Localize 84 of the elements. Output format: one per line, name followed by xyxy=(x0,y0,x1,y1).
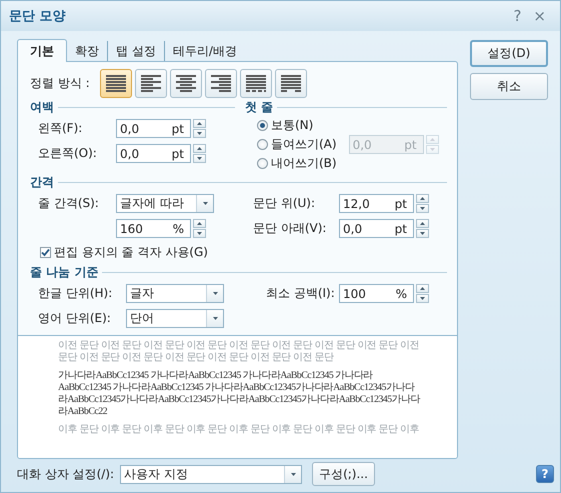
field-label: 오른쪽(O): xyxy=(37,145,98,162)
number-field[interactable]: 12,0 pt xyxy=(339,194,414,213)
field-label: 정렬 방식 : xyxy=(30,74,91,92)
field-label: 문단 아래(V): xyxy=(252,220,328,237)
down-triangle-icon xyxy=(420,297,425,300)
up-triangle-icon xyxy=(430,138,435,141)
preview-text-line: 이후 문단 이후 문단 이후 문단 이후 문단 이후 문단 이후 문단 이후 문단 이후 문단 이후 xyxy=(58,424,419,436)
left-align-icon xyxy=(141,74,161,92)
preview-text-line: 가나다라AaBbCc12345 가나다라AaBbCc12345 가나다라AaBbCc12345 가나다라 xyxy=(58,370,373,382)
field-label: 문단 위(U): xyxy=(252,195,316,212)
down-triangle-icon xyxy=(202,202,208,205)
dropdown-field[interactable]: 글자에 따라 xyxy=(116,194,214,213)
dialog-button[interactable]: 설정(D) xyxy=(470,40,548,67)
spin-up-button[interactable] xyxy=(416,284,429,293)
down-triangle-icon xyxy=(290,472,296,476)
spin-down-button[interactable] xyxy=(193,229,206,238)
alignment-button[interactable] xyxy=(100,68,132,98)
spin-up-button[interactable] xyxy=(193,144,206,153)
down-triangle-icon xyxy=(420,232,425,235)
alignment-button[interactable] xyxy=(205,68,237,98)
dialog-button[interactable]: 취소 xyxy=(470,73,548,100)
tab[interactable]: 확장 xyxy=(67,41,107,61)
down-triangle-icon xyxy=(197,232,202,235)
field-label: 왼쪽(F): xyxy=(37,120,84,137)
field-label: 한글 단위(H): xyxy=(37,285,114,302)
field-label: 줄 간격(S): xyxy=(37,195,100,212)
preview-text-line: 라AaBbCc22 xyxy=(58,406,108,418)
radio-option[interactable]: 내어쓰기(B) xyxy=(245,154,337,173)
preview-text-line: 이전 문단 이전 문단 이전 문단 이전 문단 이전 문단 이전 문단 이전 문단 이전 문단 이전 xyxy=(58,340,419,352)
down-triangle-icon xyxy=(420,207,425,210)
section-heading: 여백 xyxy=(30,98,54,116)
down-triangle-icon xyxy=(430,148,435,151)
field-label: 최소 공백(I): xyxy=(265,285,336,302)
spin-up-button[interactable] xyxy=(193,219,206,228)
field-label: 대화 상자 설정(/): xyxy=(17,466,114,482)
alignment-button[interactable] xyxy=(170,68,202,98)
spin-down-button[interactable] xyxy=(416,294,429,303)
preview-text-line: AaBbCc12345 가나다라AaBbCc12345 가나다라AaBbCc12345가나다라AaBbCc12345가나다 xyxy=(58,382,414,394)
help-button[interactable]: ? xyxy=(536,465,554,483)
spin-up-button[interactable] xyxy=(416,219,429,228)
right-align-icon xyxy=(211,74,231,92)
up-triangle-icon xyxy=(420,222,425,225)
up-triangle-icon xyxy=(197,147,202,150)
spin-down-button[interactable] xyxy=(416,204,429,213)
alignment-button[interactable] xyxy=(275,68,307,98)
up-triangle-icon xyxy=(197,222,202,225)
down-triangle-icon xyxy=(197,132,202,135)
section-heading: 간격 xyxy=(30,174,54,190)
radio-option[interactable]: 보통(N) xyxy=(245,116,314,135)
preview-text-line: 문단 이전 문단 이전 문단 이전 문단 이전 문단 이전 문단 이전 문단 xyxy=(58,352,334,364)
up-triangle-icon xyxy=(197,122,202,125)
section-heading: 줄 나눔 기준 xyxy=(30,264,98,280)
dropdown-field[interactable]: 단어 xyxy=(126,309,224,328)
radio-option[interactable]: 들여쓰기(A) xyxy=(245,135,337,154)
number-field[interactable]: 0,0 pt xyxy=(116,119,191,138)
alignment-button[interactable] xyxy=(240,68,272,98)
spin-down-button[interactable] xyxy=(416,229,429,238)
number-field[interactable]: 0,0 pt xyxy=(339,219,414,238)
section-heading: 첫 줄 xyxy=(245,98,274,116)
number-field[interactable]: 100 % xyxy=(339,284,414,303)
configure-button[interactable]: 구성(;)... xyxy=(312,462,375,486)
field-label: 영어 단위(E): xyxy=(37,310,112,327)
justify-align-icon xyxy=(106,74,126,92)
spin-up-button[interactable] xyxy=(416,194,429,203)
tab[interactable]: 기본 xyxy=(17,39,67,62)
alignment-button[interactable] xyxy=(135,68,167,98)
dropdown-field[interactable]: 사용자 지정 xyxy=(120,464,302,484)
spin-down-button[interactable] xyxy=(193,129,206,138)
up-triangle-icon xyxy=(420,287,425,290)
spin-down-button[interactable] xyxy=(193,154,206,163)
split-align-icon xyxy=(281,74,301,92)
spin-up-button[interactable] xyxy=(193,119,206,128)
center-align-icon xyxy=(176,74,196,92)
number-field[interactable]: 0,0 pt xyxy=(116,144,191,163)
down-triangle-icon xyxy=(212,292,218,295)
preview-text-line: 라AaBbCc12345가나다라AaBbCc12345가나다라AaBbCc12345가나다라AaBbCc12345가나다 xyxy=(58,394,420,406)
number-field[interactable]: 160 % xyxy=(116,219,191,238)
window-title: 문단 모양 xyxy=(9,8,67,25)
distribute-align-icon xyxy=(246,74,266,92)
down-triangle-icon xyxy=(197,157,202,160)
dropdown-field[interactable]: 글자 xyxy=(126,284,224,303)
down-triangle-icon xyxy=(212,317,218,320)
checkbox-option[interactable]: 편집 용지의 줄 격자 사용(G) xyxy=(30,241,447,263)
up-triangle-icon xyxy=(420,197,425,200)
